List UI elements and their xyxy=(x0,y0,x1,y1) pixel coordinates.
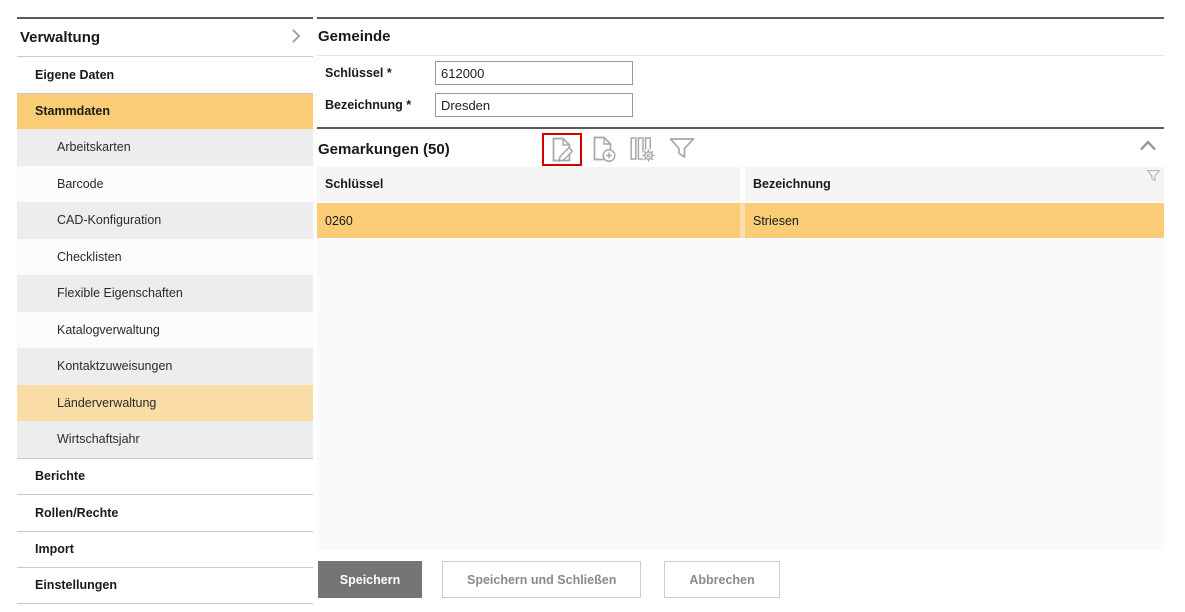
sidebar-item-label: Berichte xyxy=(35,469,85,483)
sidebar-item-label: Checklisten xyxy=(57,250,122,264)
sidebar-item-kontaktzuweisungen[interactable]: Kontaktzuweisungen xyxy=(17,348,313,385)
bezeichnung-input[interactable] xyxy=(435,93,633,117)
column-header-label: Schlüssel xyxy=(325,177,383,191)
filter-icon[interactable] xyxy=(668,136,696,162)
sidebar-item-label: Länderverwaltung xyxy=(57,396,156,410)
section-title: Gemarkungen (50) xyxy=(318,141,450,158)
add-document-icon[interactable] xyxy=(590,136,616,162)
title-divider xyxy=(317,55,1164,56)
speichern-button[interactable]: Speichern xyxy=(318,561,422,598)
sidebar-item-stammdaten[interactable]: Stammdaten xyxy=(17,93,313,130)
red-highlight-box xyxy=(542,133,582,166)
sidebar-header[interactable]: Verwaltung xyxy=(17,19,313,56)
sidebar-item-label: Arbeitskarten xyxy=(57,140,131,154)
top-divider xyxy=(317,17,1164,19)
column-header-schluessel[interactable]: Schlüssel xyxy=(317,167,740,201)
schluessel-label: Schlüssel * xyxy=(318,66,435,80)
chevron-up-icon[interactable] xyxy=(1138,139,1158,152)
sidebar-title: Verwaltung xyxy=(20,29,100,46)
sidebar-item-berichte[interactable]: Berichte xyxy=(17,458,313,495)
sidebar-item-label: Einstellungen xyxy=(35,578,117,592)
cell-bezeichnung: Striesen xyxy=(745,203,1164,238)
chevron-right-icon[interactable] xyxy=(291,28,301,48)
sidebar-item-eigene-daten[interactable]: Eigene Daten xyxy=(17,56,313,93)
table-body-area xyxy=(317,238,1164,550)
main-panel: Gemeinde Schlüssel * Bezeichnung * Gemar… xyxy=(317,17,1164,612)
table-header: Schlüssel Bezeichnung xyxy=(317,167,1164,201)
sidebar-item-checklisten[interactable]: Checklisten xyxy=(17,239,313,276)
field-row-schluessel: Schlüssel * xyxy=(318,61,633,85)
cell-value: 0260 xyxy=(325,214,353,228)
filter-icon[interactable] xyxy=(1146,169,1161,183)
sidebar-item-label: Wirtschaftsjahr xyxy=(57,432,140,446)
column-settings-icon[interactable] xyxy=(629,136,655,162)
sidebar-item-wirtschaftsjahr[interactable]: Wirtschaftsjahr xyxy=(17,421,313,458)
sidebar-item-label: Eigene Daten xyxy=(35,68,114,82)
gemarkungen-toolbar xyxy=(542,130,709,168)
cell-value: Striesen xyxy=(753,214,799,228)
sidebar-item-cad-konfiguration[interactable]: CAD-Konfiguration xyxy=(17,202,313,239)
bezeichnung-label: Bezeichnung * xyxy=(318,98,435,112)
column-header-bezeichnung[interactable]: Bezeichnung xyxy=(745,167,1164,201)
sidebar-item-label: CAD-Konfiguration xyxy=(57,213,161,227)
gemarkungen-section-header: Gemarkungen (50) xyxy=(317,129,1164,169)
sidebar-item-rollen-rechte[interactable]: Rollen/Rechte xyxy=(17,494,313,531)
sidebar-item-label: Rollen/Rechte xyxy=(35,506,118,520)
table-row[interactable]: 0260 Striesen xyxy=(317,203,1164,238)
abbrechen-button[interactable]: Abbrechen xyxy=(664,561,779,598)
edit-document-icon[interactable] xyxy=(549,152,575,166)
sidebar-item-import[interactable]: Import xyxy=(17,531,313,568)
sidebar-item-flexible-eigenschaften[interactable]: Flexible Eigenschaften xyxy=(17,275,313,312)
sidebar-item-label: Flexible Eigenschaften xyxy=(57,286,183,300)
sidebar-item-einstellungen[interactable]: Einstellungen xyxy=(17,567,313,604)
field-row-bezeichnung: Bezeichnung * xyxy=(318,93,633,117)
sidebar-item-label: Import xyxy=(35,542,74,556)
sidebar: Verwaltung Eigene Daten Stammdaten Arbei… xyxy=(17,17,313,604)
sidebar-item-label: Barcode xyxy=(57,177,104,191)
sidebar-item-label: Kontaktzuweisungen xyxy=(57,359,172,373)
form-title: Gemeinde xyxy=(318,28,391,45)
schluessel-input[interactable] xyxy=(435,61,633,85)
cell-schluessel: 0260 xyxy=(317,203,740,238)
sidebar-item-label: Katalogverwaltung xyxy=(57,323,160,337)
action-buttons: Speichern Speichern und Schließen Abbrec… xyxy=(318,561,803,598)
sidebar-item-arbeitskarten[interactable]: Arbeitskarten xyxy=(17,129,313,166)
column-header-label: Bezeichnung xyxy=(753,177,831,191)
sidebar-item-label: Stammdaten xyxy=(35,104,110,118)
sidebar-item-katalogverwaltung[interactable]: Katalogverwaltung xyxy=(17,312,313,349)
speichern-und-schliessen-button[interactable]: Speichern und Schließen xyxy=(442,561,641,598)
sidebar-item-barcode[interactable]: Barcode xyxy=(17,166,313,203)
sidebar-item-laenderverwaltung[interactable]: Länderverwaltung xyxy=(17,385,313,422)
